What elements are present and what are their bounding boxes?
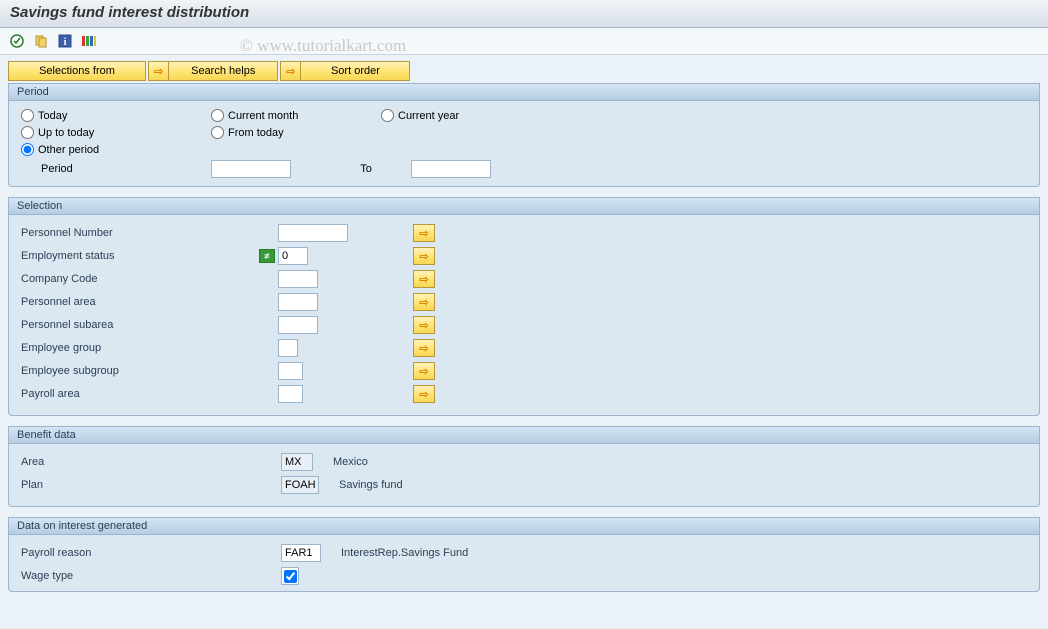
app-header: Savings fund interest distribution (0, 0, 1048, 28)
multi-select-employee-group[interactable]: ⇨ (413, 339, 435, 357)
row-employee-group: Employee group ⇨ (21, 338, 1027, 358)
label-employee-group: Employee group (21, 342, 256, 354)
benefit-panel: Benefit data Area MX Mexico Plan FOAH Sa… (8, 426, 1040, 507)
input-employee-subgroup[interactable] (278, 362, 303, 380)
row-personnel-number: Personnel Number ⇨ (21, 223, 1027, 243)
radio-current-year-input[interactable] (381, 109, 394, 122)
period-to-label: To (321, 163, 411, 175)
not-equal-icon[interactable]: ≠ (259, 249, 275, 263)
row-area: Area MX Mexico (21, 452, 1027, 472)
radio-current-month[interactable]: Current month (211, 109, 381, 122)
radio-from-today-input[interactable] (211, 126, 224, 139)
label-personnel-number: Personnel Number (21, 227, 256, 239)
radio-from-today[interactable]: From today (211, 126, 381, 139)
input-personnel-subarea[interactable] (278, 316, 318, 334)
label-payroll-area: Payroll area (21, 388, 256, 400)
arrow-right-icon: ⇨ (280, 61, 300, 81)
toolbar: i (0, 28, 1048, 55)
row-plan: Plan FOAH Savings fund (21, 475, 1027, 495)
radio-today-input[interactable] (21, 109, 34, 122)
label-employment-status: Employment status (21, 250, 256, 262)
row-personnel-area: Personnel area ⇨ (21, 292, 1027, 312)
multi-select-personnel-area[interactable]: ⇨ (413, 293, 435, 311)
label-personnel-subarea: Personnel subarea (21, 319, 256, 331)
selections-from-button[interactable]: Selections from (8, 61, 146, 81)
radio-current-year[interactable]: Current year (381, 109, 551, 122)
radio-up-to-today-input[interactable] (21, 126, 34, 139)
period-from-label: Period (41, 163, 211, 175)
radio-today-label: Today (38, 110, 67, 122)
copy-icon[interactable] (32, 32, 50, 50)
row-wage-type: Wage type (21, 566, 1027, 586)
benefit-panel-header: Benefit data (9, 427, 1039, 444)
radio-today[interactable]: Today (21, 109, 211, 122)
desc-plan: Savings fund (339, 479, 403, 491)
interest-panel-header: Data on interest generated (9, 518, 1039, 535)
search-helps-button[interactable]: ⇨ Search helps (148, 61, 278, 81)
main-area: Selections from ⇨ Search helps ⇨ Sort or… (0, 55, 1048, 629)
radio-up-to-today-label: Up to today (38, 127, 94, 139)
radio-other-period-label: Other period (38, 144, 99, 156)
radio-up-to-today[interactable]: Up to today (21, 126, 211, 139)
svg-text:i: i (64, 37, 67, 48)
execute-icon[interactable] (8, 32, 26, 50)
period-to-input[interactable] (411, 160, 491, 178)
radio-other-period-input[interactable] (21, 143, 34, 156)
period-from-input[interactable] (211, 160, 291, 178)
period-panel: Period Today Current month Current year (8, 83, 1040, 187)
checkbox-wage-type-input[interactable] (284, 570, 297, 583)
search-helps-label: Search helps (168, 61, 278, 81)
value-plan: FOAH (281, 476, 319, 494)
label-personnel-area: Personnel area (21, 296, 256, 308)
interest-panel: Data on interest generated Payroll reaso… (8, 517, 1040, 592)
input-personnel-number[interactable] (278, 224, 348, 242)
radio-from-today-label: From today (228, 127, 284, 139)
info-icon[interactable]: i (56, 32, 74, 50)
label-wage-type: Wage type (21, 570, 201, 582)
label-plan: Plan (21, 479, 201, 491)
multi-select-personnel-subarea[interactable]: ⇨ (413, 316, 435, 334)
sort-order-label: Sort order (300, 61, 410, 81)
row-payroll-area: Payroll area ⇨ (21, 384, 1027, 404)
desc-payroll-reason: InterestRep.Savings Fund (341, 547, 468, 559)
desc-area: Mexico (333, 456, 368, 468)
value-area: MX (281, 453, 313, 471)
radio-other-period[interactable]: Other period (21, 143, 211, 156)
selections-from-label: Selections from (39, 65, 115, 77)
input-personnel-area[interactable] (278, 293, 318, 311)
label-area: Area (21, 456, 201, 468)
page-title: Savings fund interest distribution (10, 4, 1038, 21)
period-panel-header: Period (9, 84, 1039, 101)
input-company-code[interactable] (278, 270, 318, 288)
input-employment-status[interactable] (278, 247, 308, 265)
radio-current-month-input[interactable] (211, 109, 224, 122)
sort-order-button[interactable]: ⇨ Sort order (280, 61, 410, 81)
action-bar: Selections from ⇨ Search helps ⇨ Sort or… (8, 61, 1040, 81)
row-personnel-subarea: Personnel subarea ⇨ (21, 315, 1027, 335)
input-payroll-reason[interactable] (281, 544, 321, 562)
radio-current-year-label: Current year (398, 110, 459, 122)
multi-select-personnel-number[interactable]: ⇨ (413, 224, 435, 242)
input-employee-group[interactable] (278, 339, 298, 357)
label-payroll-reason: Payroll reason (21, 547, 201, 559)
selection-panel: Selection Personnel Number ⇨ Employment … (8, 197, 1040, 416)
label-company-code: Company Code (21, 273, 256, 285)
arrow-right-icon: ⇨ (148, 61, 168, 81)
multi-select-company-code[interactable]: ⇨ (413, 270, 435, 288)
checkbox-wage-type[interactable] (281, 567, 299, 585)
multi-select-employee-subgroup[interactable]: ⇨ (413, 362, 435, 380)
layout-icon[interactable] (80, 32, 98, 50)
radio-current-month-label: Current month (228, 110, 298, 122)
row-employment-status: Employment status ≠ ⇨ (21, 246, 1027, 266)
row-company-code: Company Code ⇨ (21, 269, 1027, 289)
label-employee-subgroup: Employee subgroup (21, 365, 256, 377)
row-payroll-reason: Payroll reason InterestRep.Savings Fund (21, 543, 1027, 563)
multi-select-employment-status[interactable]: ⇨ (413, 247, 435, 265)
multi-select-payroll-area[interactable]: ⇨ (413, 385, 435, 403)
row-employee-subgroup: Employee subgroup ⇨ (21, 361, 1027, 381)
selection-panel-header: Selection (9, 198, 1039, 215)
input-payroll-area[interactable] (278, 385, 303, 403)
